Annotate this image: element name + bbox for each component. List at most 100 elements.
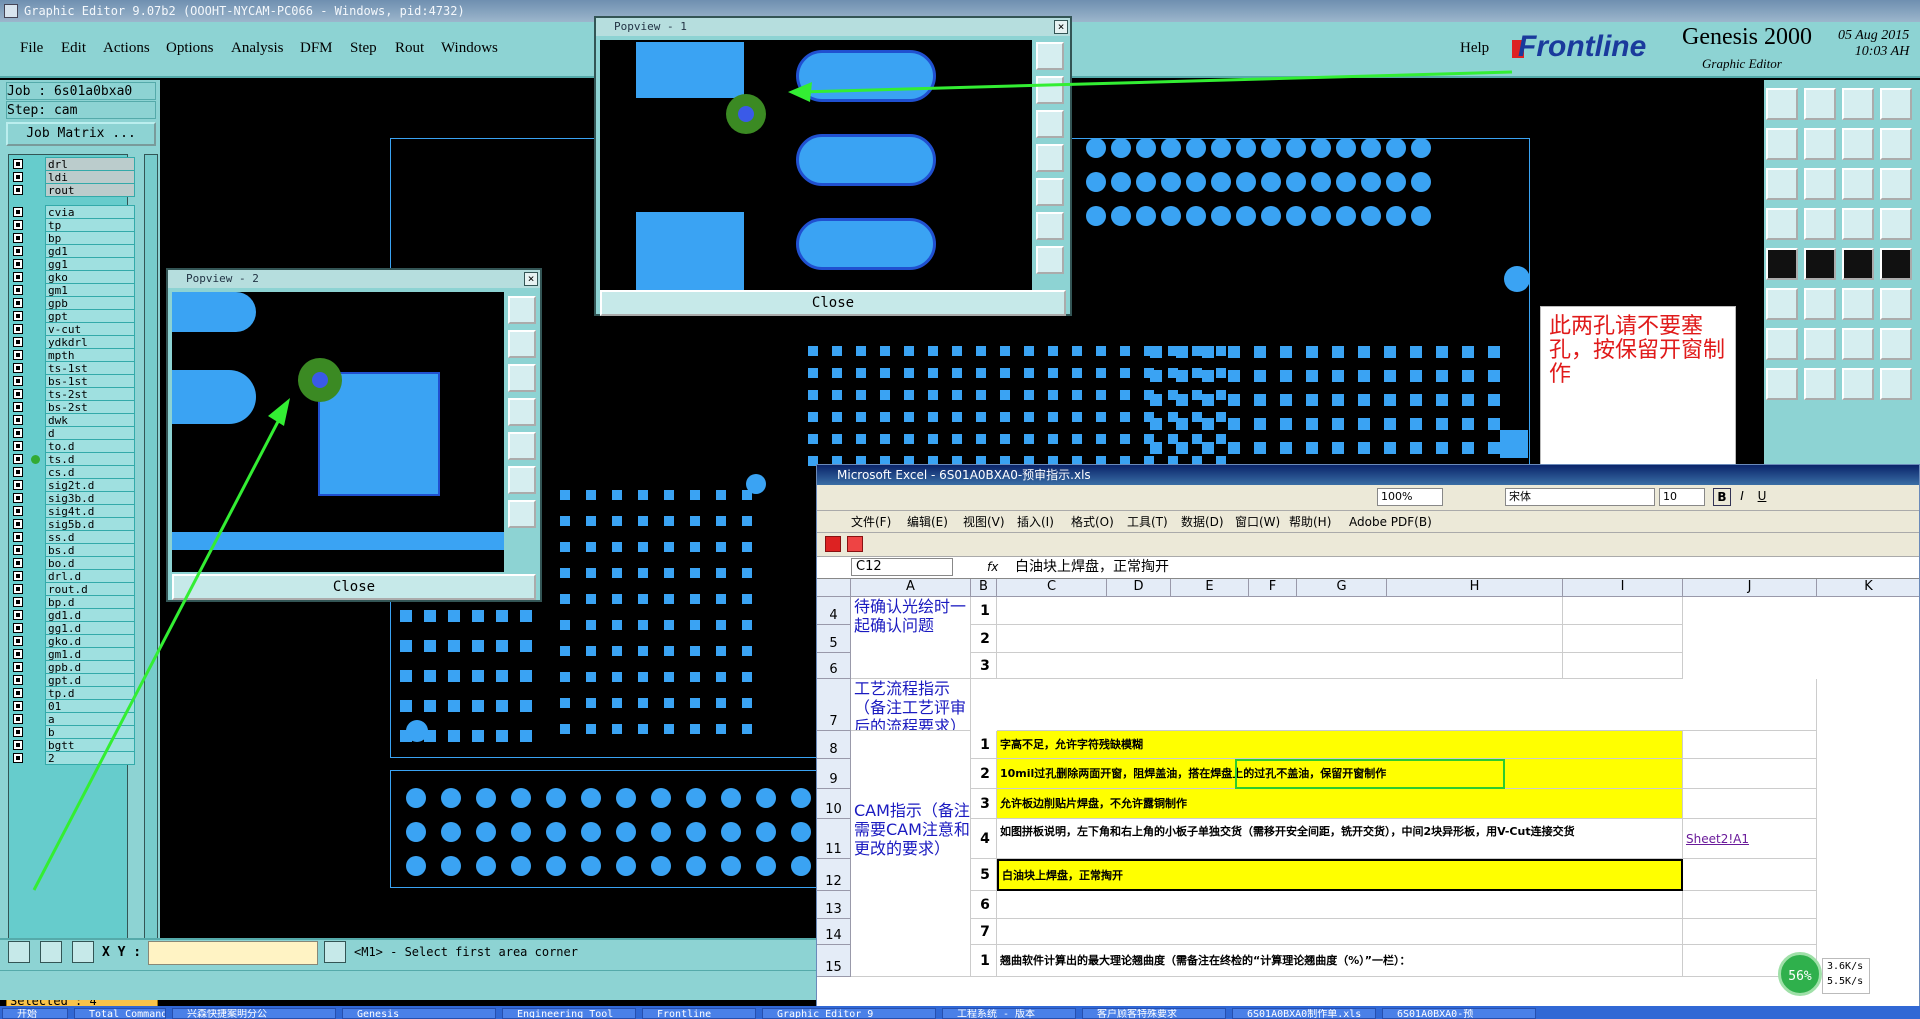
cell-b-num[interactable]: 3 xyxy=(971,789,997,819)
column-header-I[interactable]: I xyxy=(1563,579,1683,597)
cell-c13[interactable] xyxy=(997,891,1683,919)
italic-button[interactable]: I xyxy=(1733,488,1751,506)
cell-b-num[interactable]: 7 xyxy=(971,919,997,945)
excel-menu-data[interactable]: 数据(D) xyxy=(1181,511,1224,533)
column-header-H[interactable]: H xyxy=(1387,579,1563,597)
column-header-K[interactable]: K xyxy=(1817,579,1919,597)
taskbar-item[interactable]: Engineering Tool xyxy=(502,1008,636,1019)
column-header-G[interactable]: G xyxy=(1297,579,1387,597)
cell-b-num[interactable]: 1 xyxy=(971,945,997,977)
excel-title-bar[interactable]: Microsoft Excel - 6S01A0BXA0-预审指示.xls xyxy=(817,465,1919,485)
formula-input[interactable]: 白油块上焊盘，正常掏开 xyxy=(1015,557,1169,577)
cell-b-num[interactable]: 2 xyxy=(971,759,997,789)
cell-j[interactable] xyxy=(1683,759,1817,789)
cell-c10[interactable]: 允许板边削贴片焊盘，不允许露铜制作 xyxy=(997,789,1683,819)
cell-c12[interactable]: 白油块上焊盘，正常掏开 xyxy=(997,859,1683,891)
column-header-D[interactable]: D xyxy=(1107,579,1171,597)
fx-icon[interactable]: fx xyxy=(987,557,998,577)
font-select[interactable]: 宋体 xyxy=(1505,488,1655,506)
cell-b-num[interactable]: 3 xyxy=(971,653,997,679)
excel-menu-help[interactable]: 帮助(H) xyxy=(1289,511,1331,533)
excel-menu-edit[interactable]: 编辑(E) xyxy=(907,511,948,533)
column-header-C[interactable]: C xyxy=(997,579,1107,597)
cell-j[interactable] xyxy=(1683,731,1817,759)
cell-c14[interactable] xyxy=(997,919,1683,945)
excel-pdf-toolbar xyxy=(817,533,1919,557)
taskbar-item[interactable]: Graphic Editor 9 xyxy=(762,1008,936,1019)
download-speed: 5.5K/s xyxy=(1827,976,1864,987)
row-header-5[interactable]: 5 xyxy=(817,625,851,653)
row-header-7[interactable]: 7 xyxy=(817,679,851,731)
column-header-J[interactable]: J xyxy=(1683,579,1817,597)
cell-j[interactable] xyxy=(1683,919,1817,945)
row-header-15[interactable]: 15 xyxy=(817,945,851,977)
cell-i[interactable] xyxy=(1563,653,1683,679)
excel-menu-file[interactable]: 文件(F) xyxy=(851,511,891,533)
taskbar-item[interactable]: 6S01A0BXA0制作单.xls xyxy=(1232,1008,1376,1019)
cell-c[interactable] xyxy=(997,597,1563,625)
cell-c[interactable] xyxy=(997,625,1563,653)
cell-i[interactable] xyxy=(1563,625,1683,653)
cell-b-num[interactable]: 4 xyxy=(971,819,997,859)
excel-menu-tools[interactable]: 工具(T) xyxy=(1127,511,1168,533)
row-header-11[interactable]: 11 xyxy=(817,819,851,859)
cell-b-num[interactable]: 2 xyxy=(971,625,997,653)
row-header-14[interactable]: 14 xyxy=(817,919,851,945)
name-box[interactable]: C12 xyxy=(851,558,953,576)
excel-window[interactable]: Microsoft Excel - 6S01A0BXA0-预审指示.xls 10… xyxy=(816,464,1920,1019)
cell-c11[interactable]: 如图拼板说明，左下角和右上角的小板子单独交货（需移开安全间距，铣开交货），中间2… xyxy=(997,819,1683,859)
excel-menu-window[interactable]: 窗口(W) xyxy=(1235,511,1280,533)
taskbar-item[interactable]: Total Commander 7 xyxy=(74,1008,166,1019)
taskbar-item[interactable]: 开始 xyxy=(2,1008,68,1019)
cell-j[interactable] xyxy=(1683,789,1817,819)
zoom-select[interactable]: 100% xyxy=(1377,488,1443,506)
select-all-corner[interactable] xyxy=(817,579,851,597)
cell-i[interactable] xyxy=(1563,597,1683,625)
row-header-8[interactable]: 8 xyxy=(817,731,851,759)
cell-j[interactable] xyxy=(1683,891,1817,919)
excel-menu-view[interactable]: 视图(V) xyxy=(963,511,1005,533)
taskbar-item[interactable]: 兴森快捷案明分公 xyxy=(172,1008,336,1019)
cell-b-num[interactable]: 5 xyxy=(971,859,997,891)
excel-grid[interactable]: A B C D E F G H I J K 4 5 6 7 8 9 10 11 12 13 14 15 待确认光绘时一起确认问… xyxy=(817,579,1919,1018)
taskbar-item[interactable]: Frontline xyxy=(642,1008,756,1019)
underline-button[interactable]: U xyxy=(1753,488,1771,506)
column-header-B[interactable]: B xyxy=(971,579,997,597)
network-speed-ball[interactable]: 56% xyxy=(1778,952,1822,996)
excel-title: Microsoft Excel - 6S01A0BXA0-预审指示.xls xyxy=(837,468,1091,482)
excel-menu-insert[interactable]: 插入(I) xyxy=(1017,511,1054,533)
cell-b-num[interactable]: 6 xyxy=(971,891,997,919)
row-header-4[interactable]: 4 xyxy=(817,597,851,625)
cell-b-num[interactable]: 1 xyxy=(971,597,997,625)
cell-c[interactable] xyxy=(997,653,1563,679)
genesis-app: Graphic Editor 9.07b2 (OOOHT-NYCAM-PC066… xyxy=(0,0,1920,1019)
cell-c7[interactable] xyxy=(997,679,1817,731)
excel-menu-format[interactable]: 格式(O) xyxy=(1071,511,1114,533)
column-header-F[interactable]: F xyxy=(1249,579,1297,597)
column-header-E[interactable]: E xyxy=(1171,579,1249,597)
pdf-convert-icon[interactable] xyxy=(825,536,841,552)
row-header-6[interactable]: 6 xyxy=(817,653,851,679)
row-header-10[interactable]: 10 xyxy=(817,789,851,819)
cell-j[interactable] xyxy=(1683,859,1817,891)
font-size-select[interactable]: 10 xyxy=(1659,488,1705,506)
row-header-13[interactable]: 13 xyxy=(817,891,851,919)
cell-c8[interactable]: 字高不足，允许字符残缺模糊 xyxy=(997,731,1683,759)
column-header-A[interactable]: A xyxy=(851,579,971,597)
cell-a4[interactable]: 待确认光绘时一起确认问题 xyxy=(851,597,971,679)
excel-menu-adobe-pdf[interactable]: Adobe PDF(B) xyxy=(1349,511,1432,533)
cell-a8[interactable]: CAM指示（备注需要CAM注意和更改的要求） xyxy=(851,731,971,977)
cell-c15[interactable]: 翘曲软件计算出的最大理论翘曲度（需备注在终检的“计算理论翘曲度（%）”一栏）： xyxy=(997,945,1683,977)
taskbar-item[interactable]: 客户顾客特殊要求 xyxy=(1082,1008,1226,1019)
cell-j11[interactable]: Sheet2!A1 xyxy=(1683,819,1817,859)
taskbar-item[interactable]: 6S01A0BXA0-预 xyxy=(1382,1008,1536,1019)
row-header-12[interactable]: 12 xyxy=(817,859,851,891)
highlight-box xyxy=(1235,759,1505,789)
bold-button[interactable]: B xyxy=(1713,488,1731,506)
row-header-9[interactable]: 9 xyxy=(817,759,851,789)
cell-a7[interactable]: 工艺流程指示（备注工艺评审后的流程要求） xyxy=(851,679,971,731)
cell-b-num[interactable]: 1 xyxy=(971,731,997,759)
taskbar-item[interactable]: Genesis xyxy=(342,1008,496,1019)
pdf-email-icon[interactable] xyxy=(847,536,863,552)
taskbar-item[interactable]: 工程系统 - 版本 xyxy=(942,1008,1076,1019)
